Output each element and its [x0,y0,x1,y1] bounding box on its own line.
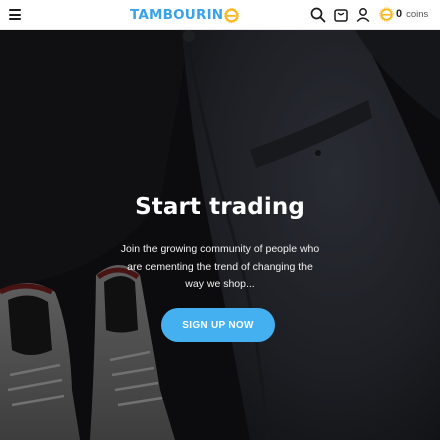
coins-count: 0 [396,8,403,20]
search-icon[interactable] [309,6,327,24]
user-icon[interactable] [354,6,372,24]
brand-name: TAMBOURIN [130,7,224,23]
sign-up-button[interactable]: SIGN UP NOW [161,308,275,342]
coin-icon[interactable] [379,7,394,22]
hero-subtitle: Join the growing community of people who… [120,243,320,290]
hero-title: Start trading [135,194,305,220]
brand-e-mark-icon [224,7,240,23]
hero-content: Start trading Join the growing community… [0,30,440,440]
hero-section: Start trading Join the growing community… [0,30,440,440]
coins-balance[interactable]: 0 coins [396,7,428,22]
coins-label: coins [406,9,429,20]
top-header: TAMBOURIN 0 coins [0,0,440,30]
shopping-bag-icon[interactable] [332,6,350,24]
menu-icon[interactable] [9,9,21,20]
brand-logo[interactable]: TAMBOURIN [130,6,240,24]
